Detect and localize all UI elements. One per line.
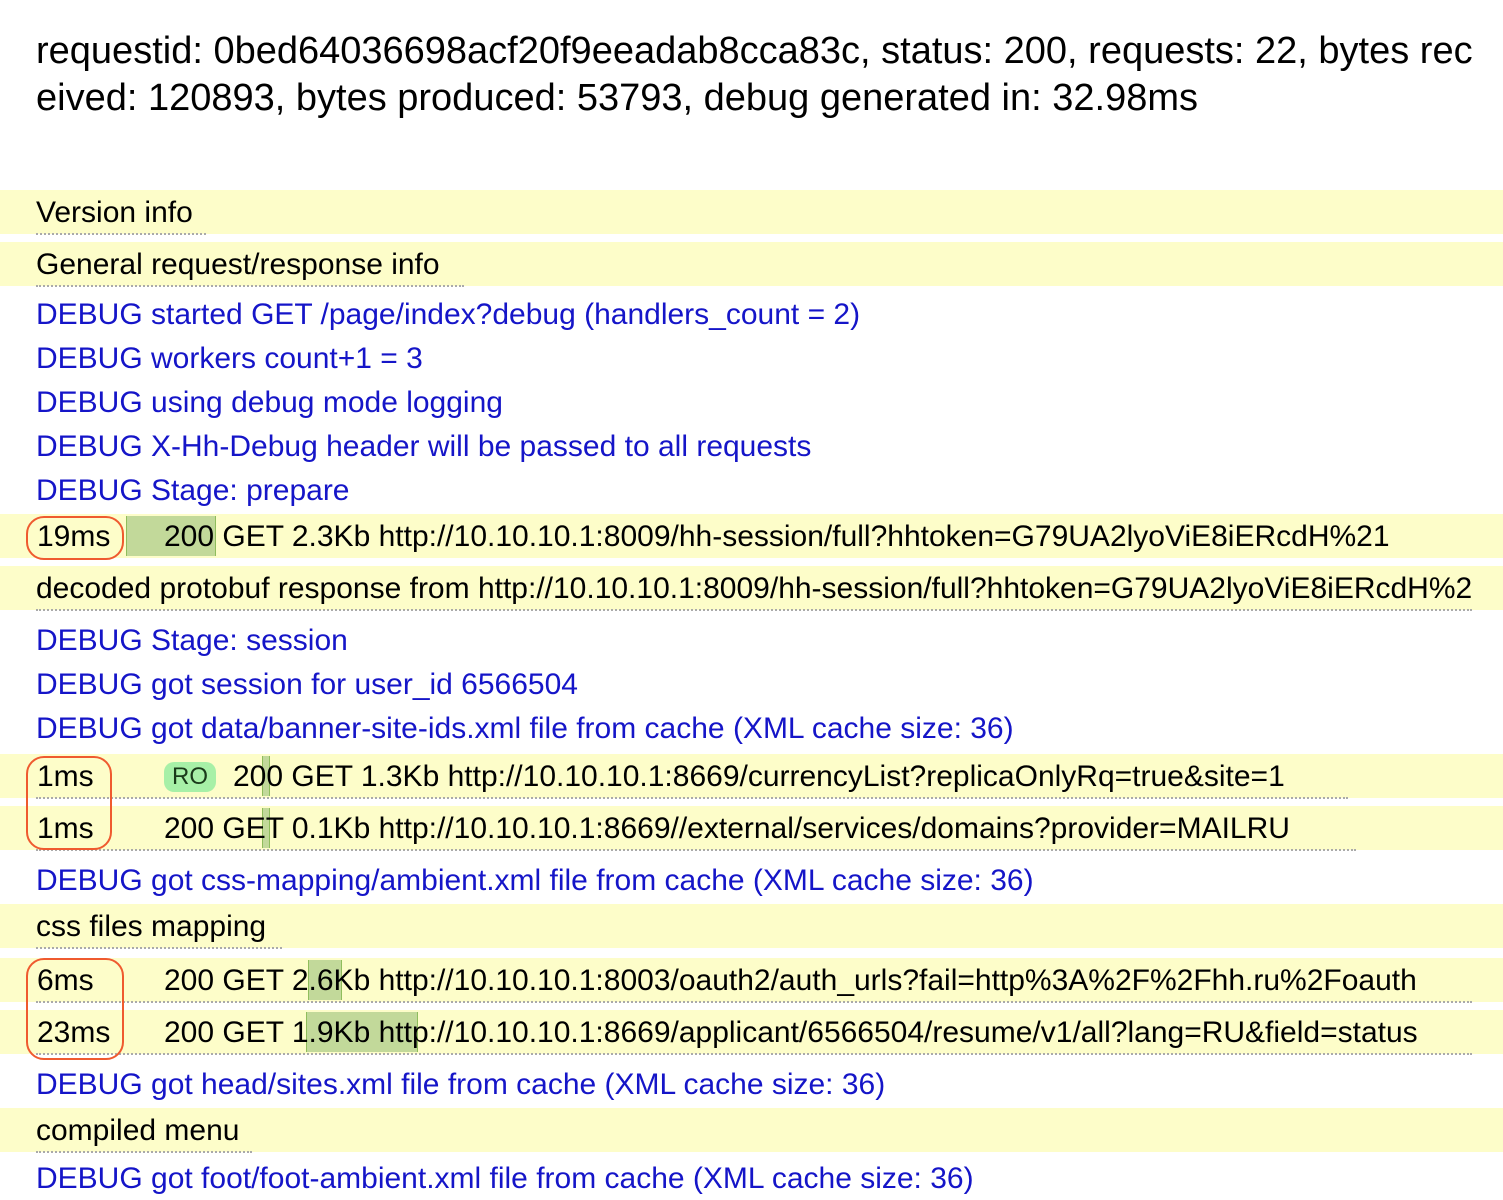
log-line: DEBUG started GET /page/index?debug (han… <box>36 298 861 331</box>
replica-only-badge: RO <box>164 762 216 792</box>
divider <box>36 1001 1472 1003</box>
log-line: DEBUG got head/sites.xml file from cache… <box>36 1068 886 1101</box>
highlight-oval <box>26 958 124 1060</box>
request-row-currency-list[interactable]: 1ms RO 200 GET 1.3Kb http://10.10.10.1:8… <box>0 754 1503 798</box>
section-label: General request/response info <box>36 248 440 281</box>
log-line: DEBUG got css-mapping/ambient.xml file f… <box>36 864 1034 897</box>
divider <box>36 233 206 235</box>
section-css-files-mapping[interactable]: css files mapping <box>0 904 1503 948</box>
divider <box>36 1053 1472 1055</box>
log-line: DEBUG got foot/foot-ambient.xml file fro… <box>36 1162 974 1195</box>
log-line: DEBUG got data/banner-site-ids.xml file … <box>36 712 1014 745</box>
divider <box>36 1151 252 1153</box>
request-row-external-domains[interactable]: 1ms 200 GET 0.1Kb http://10.10.10.1:8669… <box>0 806 1503 850</box>
section-label: css files mapping <box>36 910 267 943</box>
request-summary: 200 GET 0.1Kb http://10.10.10.1:8669//ex… <box>164 812 1290 845</box>
log-line: DEBUG workers count+1 = 3 <box>36 342 423 375</box>
section-label: Version info <box>36 196 193 229</box>
divider <box>36 285 464 287</box>
highlight-oval <box>26 756 112 850</box>
request-summary: 200 GET 1.9Kb http://10.10.10.1:8669/app… <box>164 1016 1418 1049</box>
request-summary: 200 GET 2.3Kb http://10.10.10.1:8009/hh-… <box>164 520 1390 553</box>
debug-summary-header: requestid: 0bed64036698acf20f9eeadab8cca… <box>36 30 1473 119</box>
section-decoded-protobuf[interactable]: decoded protobuf response from http://10… <box>0 566 1503 610</box>
highlight-oval <box>26 516 124 560</box>
divider <box>36 849 1356 851</box>
divider <box>36 609 1472 611</box>
section-version-info[interactable]: Version info <box>0 190 1503 234</box>
section-general-info[interactable]: General request/response info <box>0 242 1503 286</box>
log-line: DEBUG got session for user_id 6566504 <box>36 668 578 701</box>
section-compiled-menu[interactable]: compiled menu <box>0 1108 1503 1152</box>
request-row-hh-session[interactable]: 19ms 200 GET 2.3Kb http://10.10.10.1:800… <box>0 514 1503 558</box>
log-line: DEBUG Stage: prepare <box>36 474 350 507</box>
request-summary: 200 GET 2.6Kb http://10.10.10.1:8003/oau… <box>164 964 1417 997</box>
log-line: DEBUG using debug mode logging <box>36 386 503 419</box>
log-line: DEBUG X-Hh-Debug header will be passed t… <box>36 430 812 463</box>
section-label: decoded protobuf response from http://10… <box>36 572 1472 605</box>
log-line: DEBUG Stage: session <box>36 624 348 657</box>
divider <box>36 947 282 949</box>
request-row-oauth-urls[interactable]: 6ms 200 GET 2.6Kb http://10.10.10.1:8003… <box>0 958 1503 1002</box>
divider <box>36 797 1348 799</box>
section-label: compiled menu <box>36 1114 240 1147</box>
request-summary: 200 GET 1.3Kb http://10.10.10.1:8669/cur… <box>233 760 1285 793</box>
request-row-resume-all[interactable]: 23ms 200 GET 1.9Kb http://10.10.10.1:866… <box>0 1010 1503 1054</box>
